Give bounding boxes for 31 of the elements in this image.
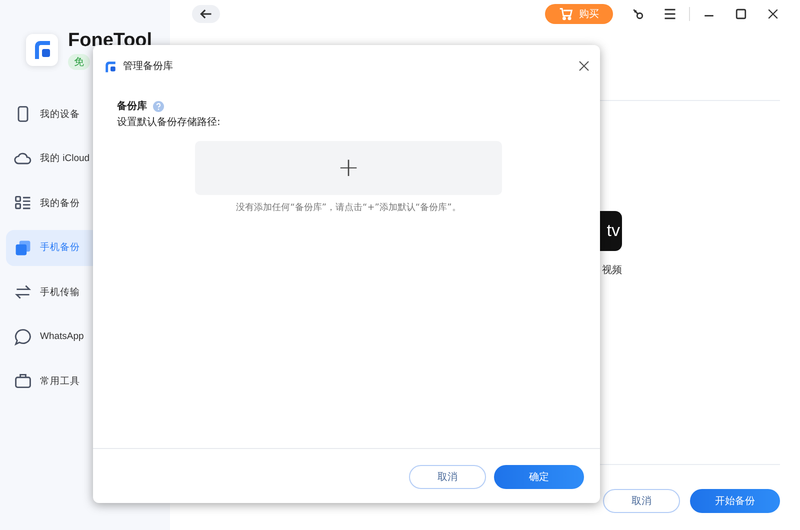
- chat-bubble-icon: [14, 328, 32, 346]
- swap-arrows-icon: [14, 283, 32, 301]
- sidebar-item[interactable]: WhatsApp: [6, 318, 170, 354]
- sidebar-item[interactable]: 手机传输: [6, 274, 170, 310]
- app-logo-icon: [104, 60, 117, 72]
- sidebar-item[interactable]: 我的 iCloud: [6, 140, 170, 176]
- maximize-icon[interactable]: [734, 7, 748, 21]
- sidebar-item[interactable]: 我的备份: [6, 185, 170, 221]
- menu-icon[interactable]: [663, 7, 677, 21]
- cart-icon: [559, 7, 573, 21]
- empty-hint: 没有添加任何“备份库”，请点击“+”添加默认“备份库”。: [236, 202, 461, 214]
- app-label: 视频: [602, 264, 622, 277]
- close-icon[interactable]: [578, 60, 590, 72]
- back-arrow-icon: [199, 7, 213, 21]
- close-icon[interactable]: [766, 7, 780, 21]
- cancel-button[interactable]: 取消: [603, 489, 680, 513]
- app-logo-icon: [26, 34, 58, 66]
- cancel-button[interactable]: 取消: [409, 465, 486, 489]
- ok-button[interactable]: 确定: [494, 465, 584, 489]
- stacked-squares-icon: [14, 238, 32, 256]
- start-backup-button[interactable]: 开始备份: [690, 489, 780, 513]
- free-badge: 免: [68, 54, 90, 70]
- toolbox-icon: [14, 372, 32, 390]
- sidebar-item[interactable]: 常用工具: [6, 363, 170, 399]
- back-button[interactable]: [192, 5, 220, 23]
- dialog-title: 管理备份库: [123, 60, 173, 73]
- section-label: 备份库: [117, 99, 147, 113]
- add-library-button[interactable]: +: [195, 141, 502, 195]
- list-icon: [14, 194, 32, 212]
- key-icon[interactable]: [631, 7, 645, 21]
- path-instruction: 设置默认备份存储路径:: [117, 116, 220, 129]
